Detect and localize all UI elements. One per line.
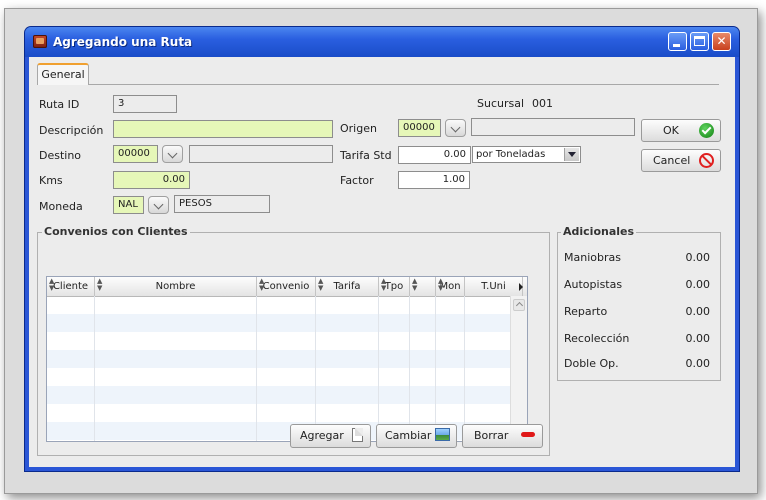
column-divider [409, 296, 410, 441]
table-row[interactable] [47, 386, 525, 404]
cancel-button-label: Cancel [653, 154, 691, 167]
check-icon [699, 123, 714, 138]
moneda-dropdown-button[interactable] [148, 196, 169, 214]
cambiar-button-label: Cambiar [385, 429, 432, 442]
convenios-table: ▲ ▼ Cliente ▲ ▼ Nombre ▲ ▼ Convenio ▲ ▼ Tarifa ▲… [46, 276, 528, 442]
cambiar-button[interactable]: Cambiar [376, 424, 457, 448]
table-row[interactable] [47, 350, 525, 368]
tarifa-std-label: Tarifa Std [340, 149, 392, 162]
agregar-button-label: Agregar [300, 429, 344, 442]
delete-icon [521, 432, 535, 437]
doble-op-value: 0.00 [685, 357, 711, 370]
reparto-value: 0.00 [685, 305, 711, 318]
moneda-name-field: PESOS [174, 195, 270, 213]
doble-op-label: Doble Op. [564, 357, 619, 370]
table-row[interactable] [47, 332, 525, 350]
factor-label: Factor [340, 174, 374, 187]
table-row[interactable] [47, 296, 525, 314]
borrar-button[interactable]: Borrar [462, 424, 543, 448]
tarifa-unit-selected: por Toneladas [476, 149, 546, 160]
col-header-mon[interactable]: ▲ ▼ Mon [436, 277, 465, 296]
tarifa-std-field[interactable]: 0.00 [398, 146, 471, 164]
table-vertical-scrollbar[interactable] [510, 296, 527, 441]
table-row[interactable] [47, 314, 525, 332]
maximize-button[interactable] [690, 32, 709, 51]
sucursal-value: 001 [532, 97, 553, 110]
app-icon [33, 35, 47, 48]
convenios-title: Convenios con Clientes [42, 225, 190, 238]
tarifa-unit-select[interactable]: por Toneladas [472, 146, 581, 163]
ruta-id-label: Ruta ID [39, 98, 80, 111]
maniobras-value: 0.00 [685, 251, 711, 264]
title-bar[interactable]: Agregando una Ruta ✕ [25, 27, 739, 57]
reparto-label: Reparto [564, 305, 608, 318]
destino-dropdown-button[interactable] [162, 145, 183, 163]
autopistas-label: Autopistas [564, 278, 623, 291]
cancel-icon [699, 153, 714, 168]
close-button[interactable]: ✕ [712, 32, 731, 51]
columns-more-arrow-icon[interactable] [519, 283, 523, 291]
origen-name-field [471, 118, 635, 136]
cancel-button[interactable]: Cancel [641, 149, 721, 172]
sucursal-label: Sucursal [477, 97, 525, 110]
destino-label: Destino [39, 149, 82, 162]
adicionales-title: Adicionales [561, 225, 637, 238]
ok-button[interactable]: OK [641, 119, 721, 142]
tab-general[interactable]: General [37, 63, 89, 85]
scroll-up-icon[interactable] [513, 299, 525, 311]
borrar-button-label: Borrar [474, 429, 509, 442]
origen-code-field[interactable]: 00000 [398, 119, 441, 137]
moneda-code-field[interactable]: NAL [113, 196, 144, 214]
col-header-tuni[interactable]: T.Uni [465, 277, 523, 296]
autopistas-value: 0.00 [685, 278, 711, 291]
recoleccion-value: 0.00 [685, 332, 711, 345]
maniobras-label: Maniobras [564, 251, 621, 264]
image-icon [435, 428, 450, 441]
col-header-cliente[interactable]: ▲ ▼ Cliente [47, 277, 95, 296]
origen-dropdown-button[interactable] [445, 119, 466, 137]
destino-code-field[interactable]: 00000 [113, 145, 158, 163]
table-header: ▲ ▼ Cliente ▲ ▼ Nombre ▲ ▼ Convenio ▲ ▼ Tarifa ▲… [47, 277, 527, 297]
column-divider [435, 296, 436, 441]
ok-button-label: OK [663, 124, 679, 137]
agregar-button[interactable]: Agregar [290, 424, 371, 448]
table-row[interactable] [47, 368, 525, 386]
moneda-label: Moneda [39, 200, 83, 213]
col-header-tpo[interactable]: ▲ ▼ Tpo [379, 277, 410, 296]
column-divider [315, 296, 316, 441]
col-header-tarifa[interactable]: ▲ ▼ Tarifa [316, 277, 379, 296]
col-header-blank[interactable]: ▲ ▼ [410, 277, 436, 296]
dialog-window: Agregando una Ruta ✕ General Ruta ID 3 S… [25, 27, 739, 471]
kms-label: Kms [39, 174, 63, 187]
origen-label: Origen [340, 122, 377, 135]
factor-field[interactable]: 1.00 [398, 171, 470, 189]
column-divider [94, 296, 95, 441]
window-title: Agregando una Ruta [53, 35, 193, 49]
recoleccion-label: Recolección [564, 332, 630, 345]
ruta-id-field[interactable]: 3 [113, 95, 177, 113]
col-header-nombre[interactable]: ▲ ▼ Nombre [95, 277, 257, 296]
new-document-icon [352, 428, 363, 442]
column-divider [256, 296, 257, 441]
chevron-down-icon [564, 148, 579, 161]
descripcion-label: Descripción [39, 124, 104, 137]
tab-divider [89, 84, 719, 85]
kms-field[interactable]: 0.00 [113, 171, 190, 189]
table-row[interactable] [47, 404, 525, 422]
column-divider [464, 296, 465, 441]
dialog-content: General Ruta ID 3 Sucursal 001 Descripci… [29, 57, 735, 467]
column-divider [378, 296, 379, 441]
destino-name-field [189, 145, 333, 163]
descripcion-field[interactable] [113, 120, 333, 138]
minimize-button[interactable] [668, 32, 687, 51]
col-header-convenio[interactable]: ▲ ▼ Convenio [257, 277, 316, 296]
